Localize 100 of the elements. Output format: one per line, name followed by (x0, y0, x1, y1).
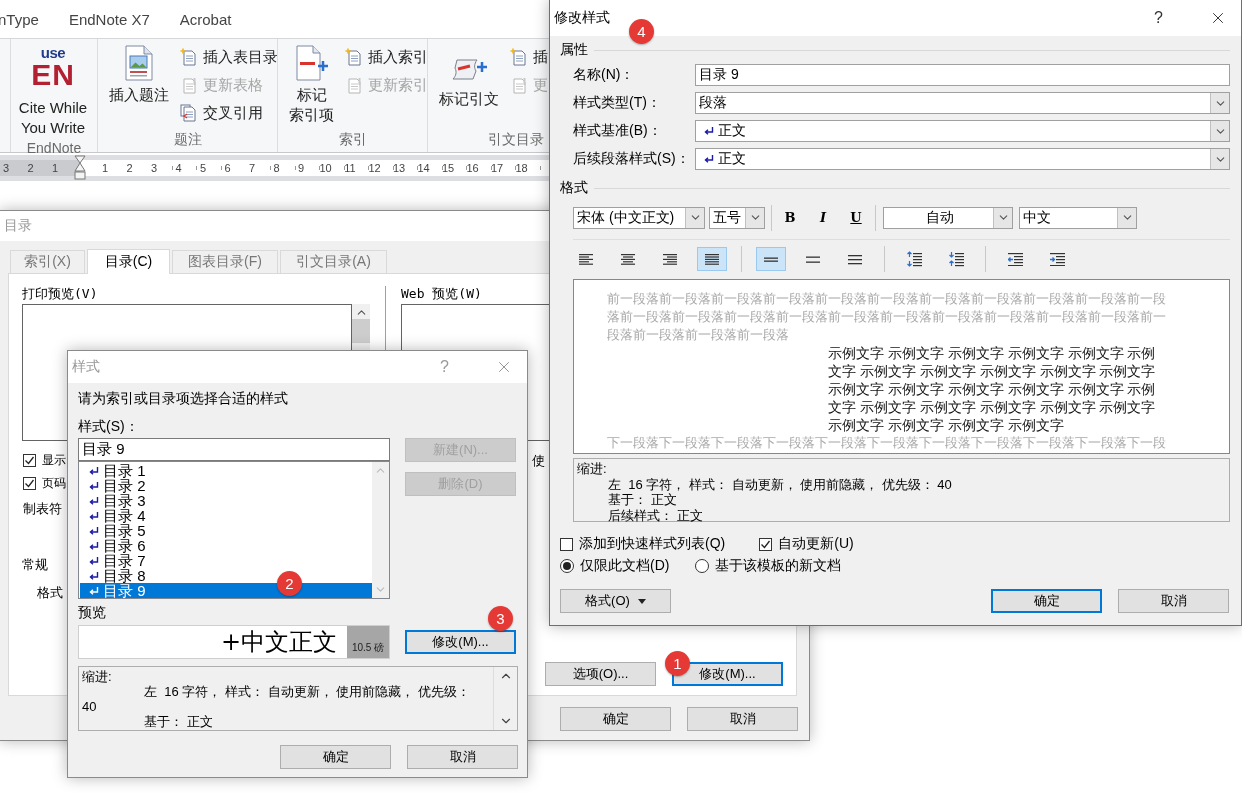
align-left-icon (579, 253, 593, 265)
return-arrow-icon (89, 570, 99, 581)
ruler-number: 5 (198, 161, 208, 176)
ribbon-button[interactable]: 标记 索引项 (286, 43, 337, 128)
style-name-field[interactable]: 目录 9 (78, 438, 390, 461)
checkbox[interactable] (23, 454, 36, 467)
ruler-number: 8 (272, 161, 281, 176)
ribbon-button[interactable]: 插入题注 (106, 43, 172, 128)
style-select[interactable]: 正文 (695, 120, 1230, 142)
caret-icon (637, 598, 646, 604)
document-icon (345, 48, 362, 66)
decrease-indent-icon (1007, 252, 1023, 266)
group-label: 题注 (173, 131, 202, 149)
field-label: 预览 (78, 603, 106, 621)
language-select[interactable]: 中文 (1019, 206, 1137, 229)
paragraph-spacing-icon (948, 251, 964, 267)
ribbon-button[interactable]: 插 (508, 43, 550, 71)
field-label: 样式(S)： (78, 417, 139, 435)
checkbox[interactable] (759, 537, 773, 551)
return-arrow-icon (89, 495, 99, 506)
list-item[interactable]: 目录 1 (80, 463, 372, 478)
list-item[interactable]: 目录 2 (80, 478, 372, 493)
ruler-number: 7 (247, 161, 257, 176)
ruler-number: 17 (489, 161, 505, 176)
document-icon (180, 48, 197, 66)
dialog-button[interactable]: 确定 (560, 707, 671, 731)
ruler-number: 2 (26, 161, 35, 176)
ruler-number: 16 (465, 161, 480, 176)
font-select[interactable]: 宋体 (中文正文) (573, 206, 705, 229)
ruler-number: 10 (318, 161, 333, 176)
tab[interactable]: 引文目录(A) (280, 250, 387, 273)
indent-marker[interactable] (74, 155, 86, 181)
list-item[interactable]: 目录 4 (80, 508, 372, 523)
checkbox[interactable] (23, 477, 36, 490)
font-color-select[interactable]: 自动 (883, 206, 1013, 229)
checkbox-label: 显示 (42, 452, 66, 469)
field-label: 后续段落样式(S)： (572, 150, 691, 168)
group-label: 引文目录 (487, 131, 544, 149)
dialog-button[interactable]: 取消 (687, 707, 798, 731)
align-button[interactable] (697, 247, 727, 271)
return-arrow-icon (89, 555, 99, 566)
ribbon-button[interactable]: 插入索引 (343, 43, 430, 71)
font-size-select[interactable]: 五号 (709, 206, 765, 229)
return-arrow-icon (89, 480, 99, 491)
ruler-number: 3 (149, 161, 159, 176)
dialog-button[interactable]: 取消 (407, 745, 518, 769)
dialog-button[interactable]: 确定 (991, 589, 1102, 613)
style-select[interactable]: 正文 (695, 148, 1230, 170)
ribbon-tab[interactable]: Acrobat (179, 10, 232, 28)
text-style-button[interactable]: I (811, 205, 835, 230)
checkbox-label: 添加到快速样式列表(Q) (579, 535, 726, 553)
radio-button[interactable] (695, 559, 710, 573)
ruler-number: 14 (416, 161, 431, 176)
align-justify-icon (705, 253, 719, 265)
ribbon-button[interactable]: 插入表目录 (178, 43, 280, 71)
radio-label: 基于该模板的新文档 (715, 557, 842, 575)
preview-text: 示例文字 示例文字 示例文字 示例文字 (827, 416, 1065, 434)
cite-while-you-write-button[interactable]: use EN Cite While You Write (15, 43, 91, 140)
return-arrow-icon (704, 126, 714, 136)
description-text: 40 (82, 699, 98, 714)
style-type-select[interactable]: 段落 (695, 92, 1230, 114)
document-icon (510, 76, 527, 94)
endnote-logo: use EN (31, 45, 75, 90)
ruler-number: 11 (343, 161, 357, 176)
line-spacing-button[interactable] (756, 247, 786, 271)
list-item[interactable]: 目录 7 (80, 553, 372, 568)
tab[interactable]: 目录(C) (87, 249, 170, 274)
instruction-text: 请为索引或目录项选择合适的样式 (78, 389, 289, 407)
align-right-icon (663, 253, 677, 265)
text-style-button[interactable]: U (844, 205, 868, 230)
dialog-title: 样式 (72, 358, 100, 376)
ribbon-button[interactable]: 交叉引用 (178, 99, 280, 127)
scrollbar-thumb[interactable] (352, 319, 370, 343)
checkbox[interactable] (560, 537, 573, 551)
list-item[interactable]: 目录 5 (80, 523, 372, 538)
text-style-button[interactable]: B (778, 205, 802, 230)
description-text: 左 16 字符， 样式： 自动更新， 使用前隐藏， 优先级： 40 (607, 476, 953, 492)
ribbon-button[interactable]: 标记引文 (436, 43, 502, 128)
field-label: 样式基准(B)： (572, 122, 663, 140)
ribbon-tab[interactable]: EndNote X7 (68, 10, 150, 28)
document-plus-icon (294, 45, 329, 81)
modify-button[interactable]: 修改(M)... (405, 630, 516, 654)
name-field[interactable]: 目录 9 (695, 64, 1230, 86)
list-item[interactable]: 目录 3 (80, 493, 372, 508)
list-item[interactable]: 目录 6 (80, 538, 372, 553)
radio-button[interactable] (560, 559, 574, 573)
group-label: 索引 (338, 131, 367, 149)
tab[interactable]: 索引(X) (10, 250, 85, 273)
field-label: 打印预览(V) (22, 285, 98, 303)
return-arrow-icon (89, 525, 99, 536)
field-label: Web 预览(W) (401, 285, 482, 303)
tab[interactable]: 图表目录(F) (172, 250, 278, 273)
ruler-number: 4 (174, 161, 183, 176)
help-button[interactable]: ? (1154, 9, 1163, 27)
section-title: 常规 (22, 556, 48, 574)
dialog-button[interactable]: 取消 (1118, 589, 1229, 613)
format-menu-button[interactable]: 格式(O) (560, 589, 671, 613)
dialog-button[interactable]: 选项(O)... (545, 662, 656, 686)
dialog-title: 目录 (4, 217, 32, 235)
dialog-button[interactable]: 确定 (280, 745, 391, 769)
